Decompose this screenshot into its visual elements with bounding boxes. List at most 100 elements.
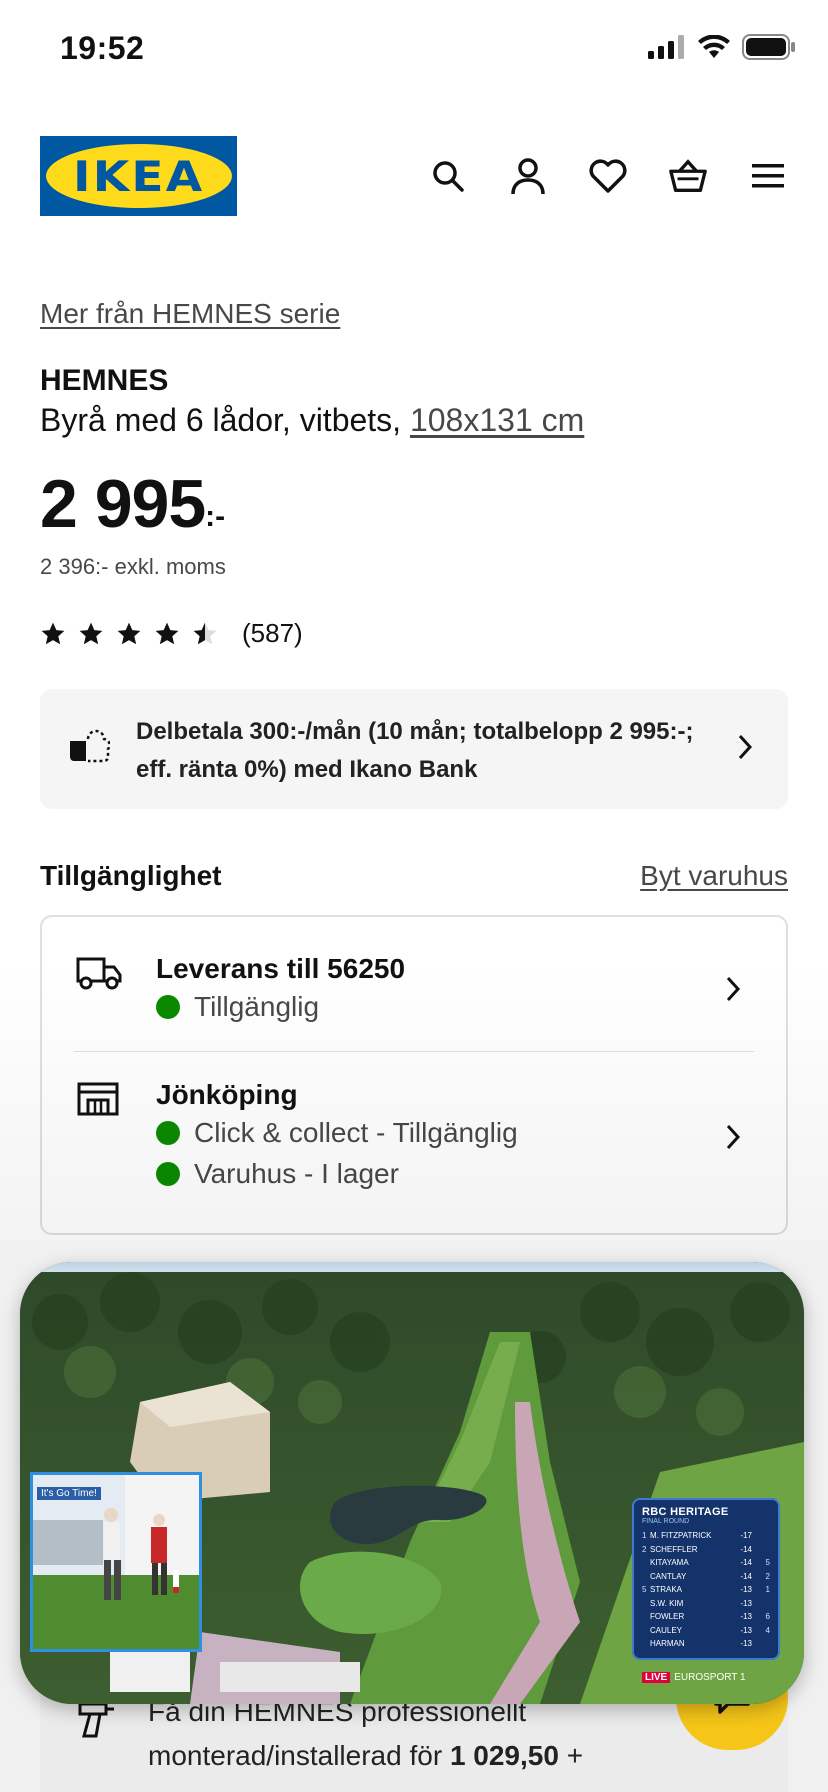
leaderboard-position <box>642 1597 650 1611</box>
leaderboard-position <box>642 1570 650 1584</box>
in-store-status: Varuhus - I lager <box>156 1158 399 1190</box>
store-title: Jönköping <box>156 1079 298 1110</box>
chevron-right-icon <box>726 1124 741 1150</box>
video-picture-in-picture[interactable]: It's Go Time! RBC HERITAGE FINAL ROUND 1… <box>20 1262 804 1704</box>
delivery-row[interactable]: Leverans till 56250 Tillgänglig <box>42 953 786 1043</box>
leaderboard-position: 1 <box>642 1531 647 1540</box>
leaderboard-movement: 5 <box>765 1558 770 1567</box>
golfer-scene <box>33 1475 199 1649</box>
store-building-icon <box>77 1082 119 1116</box>
availability-title: Tillgänglighet <box>40 860 222 891</box>
in-store-text: Varuhus - I lager <box>194 1158 399 1189</box>
star-full-icon <box>79 622 103 644</box>
leaderboard-movement: 4 <box>765 1625 770 1635</box>
site-header: IKEA <box>40 136 788 216</box>
payment-piggy-icon <box>70 729 110 763</box>
leaderboard-movement: 6 <box>765 1612 770 1621</box>
available-dot <box>156 995 180 1019</box>
leaderboard-player: FOWLER <box>650 1612 685 1621</box>
leaderboard-position: 5 <box>642 1585 647 1594</box>
star-full-icon <box>117 622 141 644</box>
leaderboard-player: CAULEY <box>650 1625 683 1635</box>
leaderboard-movement <box>752 1543 770 1557</box>
product-dimensions-link[interactable]: 108x131 cm <box>410 402 584 438</box>
product-description: Byrå med 6 lådor, vitbets, 108x131 cm <box>40 402 584 439</box>
leaderboard-row: 1 M. FITZPATRICK -17 <box>642 1529 770 1543</box>
inset-banner: It's Go Time! <box>37 1487 101 1500</box>
leaderboard-movement <box>752 1597 770 1611</box>
leaderboard-score: -14 <box>740 1558 752 1567</box>
leaderboard-overlay: RBC HERITAGE FINAL ROUND 1 M. FITZPATRICK… <box>632 1498 780 1660</box>
leaderboard-score: -13 <box>740 1598 752 1608</box>
header-icons <box>428 154 788 198</box>
cellular-signal-icon <box>648 35 684 59</box>
availability-divider <box>74 1051 754 1052</box>
logo-text: IKEA <box>72 151 205 201</box>
status-time: 19:52 <box>60 30 145 66</box>
star-full-icon <box>41 622 65 644</box>
leaderboard-score: -13 <box>740 1585 752 1594</box>
leaderboard-row: S.W. KIM -13 <box>642 1597 770 1611</box>
star-half-icon <box>193 622 217 644</box>
leaderboard-score: -13 <box>740 1625 752 1635</box>
rating-stars <box>40 621 218 647</box>
live-badge: LIVE <box>642 1672 671 1683</box>
leaderboard-score: -17 <box>740 1531 752 1540</box>
store-row[interactable]: Jönköping Click & collect - Tillgänglig … <box>42 1079 786 1209</box>
leaderboard-player: CANTLAY <box>650 1571 687 1581</box>
leaderboard-row: HARMAN -13 <box>642 1637 770 1651</box>
leaderboard-player: SCHEFFLER <box>650 1544 698 1554</box>
leaderboard-row: CAULEY -13 4 <box>642 1624 770 1638</box>
leaderboard-title: RBC HERITAGE <box>642 1506 729 1518</box>
channel-name: EUROSPORT 1 <box>674 1672 746 1683</box>
leaderboard-movement: 2 <box>765 1571 770 1581</box>
video-inset-camera: It's Go Time! <box>30 1472 202 1652</box>
available-dot <box>156 1162 180 1186</box>
available-dot <box>156 1121 180 1145</box>
leaderboard-score: -13 <box>740 1612 752 1621</box>
product-rating[interactable]: (587) <box>40 618 303 649</box>
availability-card: Leverans till 56250 Tillgänglig Jönköpin… <box>40 915 788 1235</box>
leaderboard-position <box>642 1556 650 1570</box>
status-icons <box>648 34 796 60</box>
drill-icon <box>78 1702 114 1738</box>
click-collect-status: Click & collect - Tillgänglig <box>156 1117 518 1149</box>
assembly-price: 1 029,50 <box>449 1740 559 1771</box>
leaderboard-player: HARMAN <box>650 1639 685 1648</box>
delivery-status-text: Tillgänglig <box>194 991 320 1022</box>
leaderboard-movement <box>752 1637 770 1651</box>
shopping-basket-icon[interactable] <box>668 154 708 198</box>
ikea-logo[interactable]: IKEA <box>40 136 237 216</box>
leaderboard-score: -14 <box>740 1544 752 1554</box>
rating-count: (587) <box>242 618 303 648</box>
leaderboard-subtitle: FINAL ROUND <box>642 1518 690 1525</box>
chevron-right-icon <box>726 976 741 1002</box>
leaderboard-row: KITAYAMA -14 5 <box>642 1556 770 1570</box>
leaderboard-position <box>642 1610 650 1624</box>
delivery-truck-icon <box>76 957 122 990</box>
leaderboard-player: STRAKA <box>650 1585 683 1594</box>
leaderboard-score: -13 <box>740 1639 752 1648</box>
price-suffix: :- <box>205 500 226 533</box>
leaderboard-score: -14 <box>740 1571 752 1581</box>
series-link[interactable]: Mer från HEMNES serie <box>40 298 340 330</box>
leaderboard-row: FOWLER -13 6 <box>642 1610 770 1624</box>
wishlist-heart-icon[interactable] <box>588 154 628 198</box>
installment-banner[interactable]: Delbetala 300:-/mån (10 mån; totalbelopp… <box>40 689 788 809</box>
product-desc-text: Byrå med 6 lådor, vitbets, <box>40 402 402 438</box>
change-store-link[interactable]: Byt varuhus <box>640 860 788 892</box>
price-main: 2 995 <box>40 466 206 542</box>
broadcast-tag: LIVE EUROSPORT 1 <box>642 1672 746 1683</box>
account-icon[interactable] <box>508 154 548 198</box>
leaderboard-rows: 1 M. FITZPATRICK -17 2 SCHEFFLER -14 KITAYAMA -… <box>642 1529 770 1651</box>
leaderboard-row: 5 STRAKA -13 1 <box>642 1583 770 1597</box>
leaderboard-player: M. FITZPATRICK <box>650 1531 712 1540</box>
hamburger-menu-icon[interactable] <box>748 154 788 198</box>
product-price: 2 995 :- <box>40 468 225 540</box>
leaderboard-player: KITAYAMA <box>650 1558 689 1567</box>
search-icon[interactable] <box>428 154 468 198</box>
leaderboard-position <box>642 1637 650 1651</box>
leaderboard-row: 2 SCHEFFLER -14 <box>642 1543 770 1557</box>
leaderboard-position: 2 <box>642 1544 647 1554</box>
leaderboard-movement: 1 <box>765 1585 770 1594</box>
